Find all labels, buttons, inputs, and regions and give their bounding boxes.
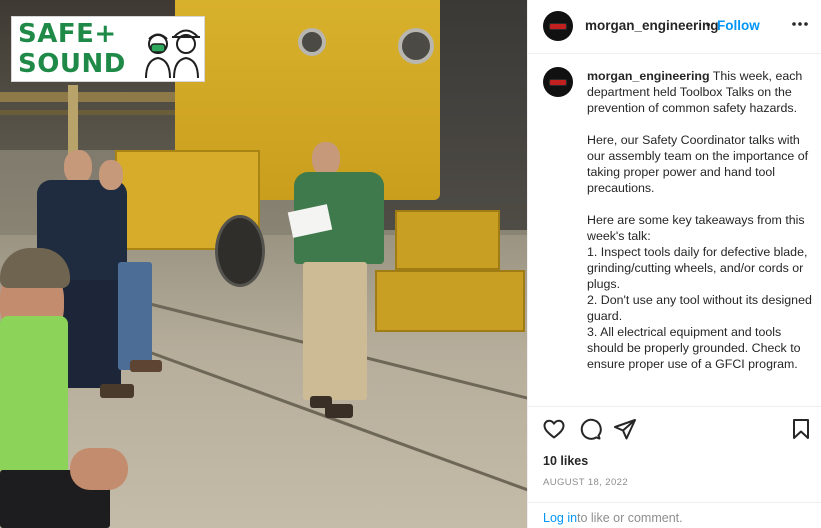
bookmark-icon[interactable] xyxy=(789,417,813,441)
caption-avatar[interactable] xyxy=(543,67,573,97)
yellow-stand xyxy=(375,270,525,332)
login-footer: Log in to like or comment. xyxy=(528,502,821,528)
likes-count[interactable]: 10 likes xyxy=(543,454,588,468)
post-sidebar: morgan_engineering • Follow morgan_engin… xyxy=(527,0,821,528)
caption-paragraph-3: Here are some key takeaways from this we… xyxy=(587,213,812,371)
machine-bolt-hole xyxy=(298,28,326,56)
more-options-icon[interactable] xyxy=(790,14,810,34)
caption-username[interactable]: morgan_engineering xyxy=(587,69,710,83)
action-bar xyxy=(528,406,821,452)
machine-bolt-hole xyxy=(398,28,434,64)
post-date: AUGUST 18, 2022 xyxy=(543,477,629,488)
separator-dot: • xyxy=(706,17,711,32)
login-link[interactable]: Log in xyxy=(543,511,577,525)
comment-icon[interactable] xyxy=(578,417,602,441)
company-logo-mark xyxy=(550,79,566,85)
post-caption: morgan_engineering This week, each depar… xyxy=(587,68,815,388)
workers-illustration-icon xyxy=(145,29,201,79)
header-username[interactable]: morgan_engineering xyxy=(585,18,719,33)
logo-line-1: SAFE+ xyxy=(18,19,117,49)
profile-avatar[interactable] xyxy=(543,11,573,41)
post-photo: SAFE+ SOUND xyxy=(0,0,527,528)
industrial-fan xyxy=(215,215,265,287)
share-icon[interactable] xyxy=(613,417,637,441)
safe-sound-logo: SAFE+ SOUND xyxy=(11,16,205,82)
post-header: morgan_engineering • Follow xyxy=(528,0,821,54)
company-logo-mark xyxy=(550,23,566,29)
caption-paragraph-2: Here, our Safety Coordinator talks with … xyxy=(587,133,809,195)
login-prompt-text: to like or comment. xyxy=(577,511,683,525)
yellow-stand xyxy=(395,210,500,270)
caption-section: morgan_engineering This week, each depar… xyxy=(528,54,821,406)
logo-line-2: SOUND xyxy=(18,49,126,79)
follow-button[interactable]: Follow xyxy=(717,18,760,33)
heart-icon[interactable] xyxy=(542,417,566,441)
